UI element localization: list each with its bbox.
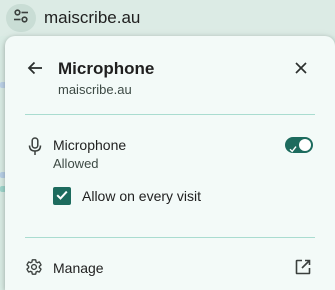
microphone-icon: [27, 136, 43, 156]
divider: [25, 237, 315, 238]
tune-icon: [13, 8, 29, 28]
close-button[interactable]: [289, 58, 313, 82]
allow-every-visit-label[interactable]: Allow on every visit: [82, 188, 201, 204]
manage-link[interactable]: Manage: [53, 260, 104, 276]
microphone-toggle[interactable]: [285, 137, 313, 153]
site-info-button[interactable]: [6, 4, 36, 32]
checkmark-icon: [56, 187, 68, 205]
address-bar: maiscribe.au: [0, 0, 335, 36]
url-text[interactable]: maiscribe.au: [44, 8, 140, 28]
divider: [25, 114, 315, 115]
open-external-icon[interactable]: [294, 258, 312, 276]
gear-icon: [25, 258, 43, 276]
permission-popup: Microphone maiscribe.au Microphone Allow…: [5, 36, 335, 290]
popup-subtitle: maiscribe.au: [58, 82, 132, 97]
arrow-back-icon: [27, 61, 43, 80]
back-button[interactable]: [23, 58, 47, 82]
permission-label: Microphone: [53, 137, 127, 153]
close-icon: [295, 61, 307, 79]
allow-every-visit-checkbox[interactable]: [53, 187, 71, 205]
permission-status: Allowed: [53, 156, 99, 171]
popup-title: Microphone: [58, 59, 155, 78]
check-icon: [289, 140, 297, 158]
toggle-knob: [299, 139, 311, 151]
